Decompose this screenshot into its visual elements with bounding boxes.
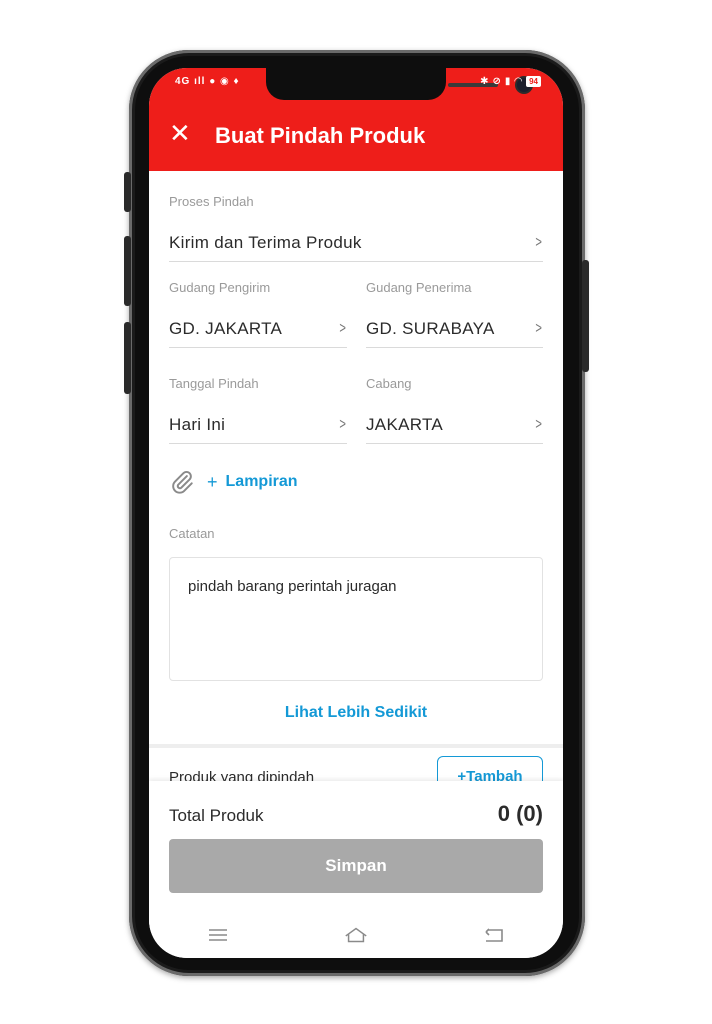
save-button[interactable]: Simpan: [169, 839, 543, 893]
page-title: Buat Pindah Produk: [215, 123, 426, 148]
bottom-panel: Total Produk 0 (0) Simpan: [149, 781, 563, 911]
transfer-date-value: Hari Ini: [169, 415, 226, 434]
total-products-value: 0 (0): [497, 801, 543, 826]
chevron-right-icon: >: [535, 320, 542, 337]
notes-label: Catatan: [169, 526, 215, 541]
receiver-warehouse-label: Gudang Penerima: [366, 280, 472, 295]
section-divider: [149, 744, 563, 748]
process-label: Proses Pindah: [169, 194, 254, 209]
transfer-date-label: Tanggal Pindah: [169, 376, 259, 391]
volume-button: [124, 172, 131, 212]
back-icon[interactable]: [481, 925, 507, 945]
chevron-right-icon: >: [339, 320, 346, 337]
menu-icon[interactable]: [205, 925, 231, 945]
system-nav-bar: [149, 911, 563, 958]
wifi-icon: ◠: [514, 76, 523, 87]
chevron-right-icon: >: [339, 416, 346, 433]
process-select[interactable]: Kirim dan Terima Produk >: [169, 225, 543, 262]
sender-warehouse-label: Gudang Pengirim: [169, 280, 271, 295]
receiver-warehouse-select[interactable]: GD. SURABAYA >: [366, 311, 543, 348]
battery-icon: 94: [526, 76, 541, 87]
attachment-button[interactable]: + Lampiran: [169, 469, 298, 495]
transfer-date-select[interactable]: Hari Ini >: [169, 407, 347, 444]
branch-label: Cabang: [366, 376, 412, 391]
show-less-link[interactable]: Lihat Lebih Sedikit: [149, 704, 563, 722]
signal-icon: ▮: [504, 76, 511, 87]
bluetooth-icon: ✱: [480, 76, 489, 87]
attachment-plus: +: [207, 471, 218, 492]
attachment-label: Lampiran: [225, 473, 298, 490]
chevron-right-icon: >: [535, 234, 542, 251]
close-icon[interactable]: ✕: [169, 120, 191, 146]
sender-warehouse-select[interactable]: GD. JAKARTA >: [169, 311, 347, 348]
status-bar-right: ✱ ⊘ ▮ ◠ 94: [480, 76, 541, 87]
power-button: [582, 260, 589, 372]
mute-icon: ⊘: [492, 76, 501, 87]
notes-textarea[interactable]: pindah barang perintah juragan: [169, 557, 543, 681]
phone-screen: 4G ıll ● ◉ ♦ ✱ ⊘ ▮ ◠ 94 ✕ Buat Pindah Pr…: [149, 68, 563, 958]
branch-select[interactable]: JAKARTA >: [366, 407, 543, 444]
sender-warehouse-value: GD. JAKARTA: [169, 319, 283, 338]
paperclip-icon: [172, 470, 193, 494]
volume-up-button: [124, 236, 131, 306]
chevron-right-icon: >: [535, 416, 542, 433]
branch-value: JAKARTA: [366, 415, 444, 434]
volume-down-button: [124, 322, 131, 394]
status-bar-left: 4G ıll ● ◉ ♦: [175, 76, 240, 87]
total-products-label: Total Produk: [169, 806, 264, 825]
receiver-warehouse-value: GD. SURABAYA: [366, 319, 495, 338]
home-icon[interactable]: [343, 925, 369, 945]
notch: [266, 68, 531, 100]
process-value: Kirim dan Terima Produk: [169, 233, 362, 252]
app-bar: 4G ıll ● ◉ ♦ ✱ ⊘ ▮ ◠ 94 ✕ Buat Pindah Pr…: [149, 68, 563, 171]
